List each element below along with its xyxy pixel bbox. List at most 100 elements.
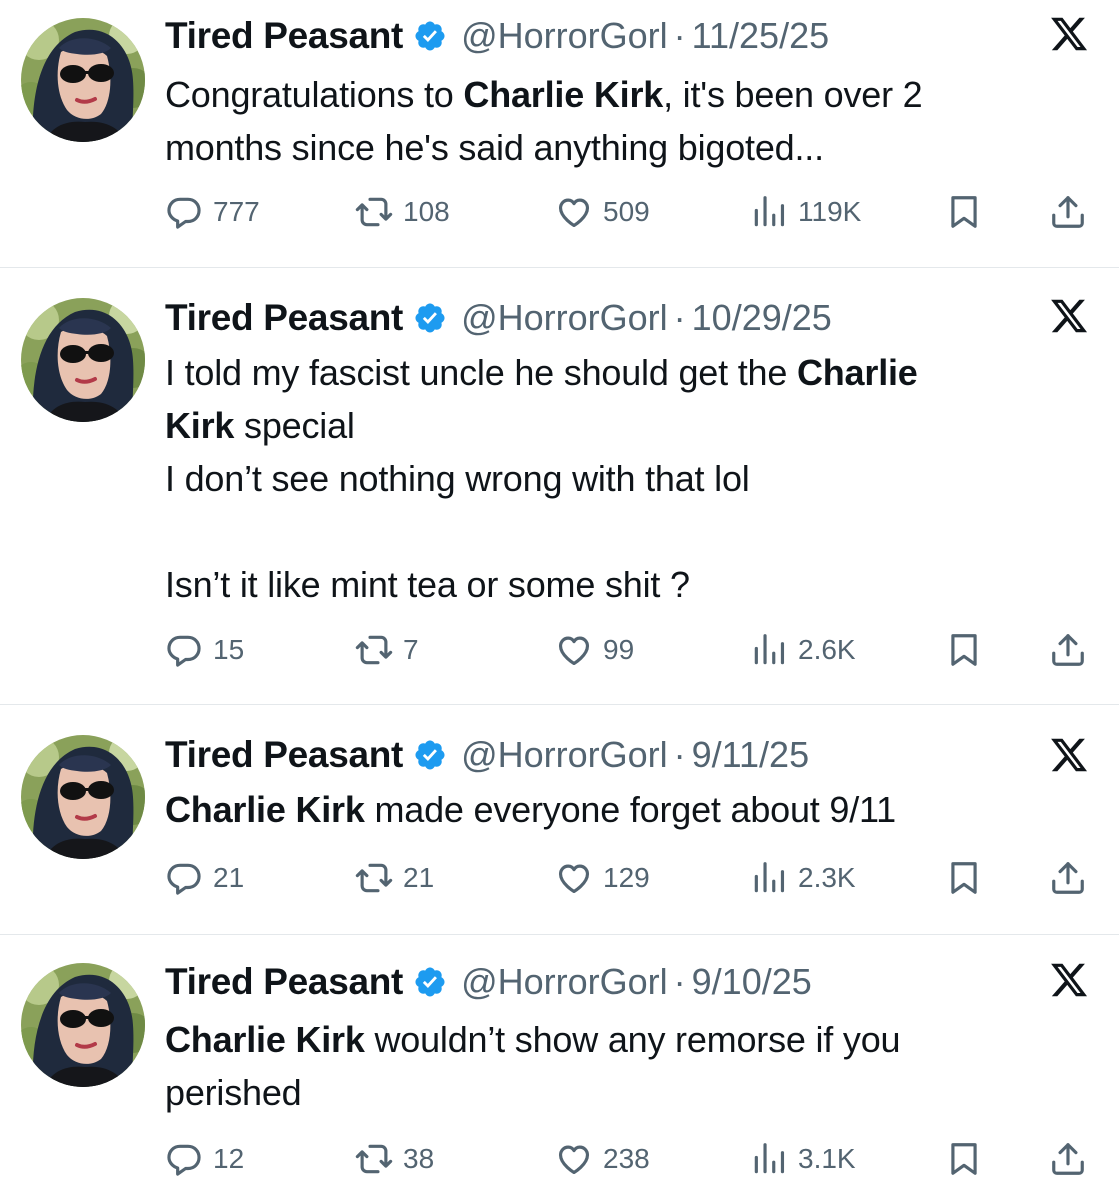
like-button[interactable]: 99 xyxy=(555,630,634,670)
display-name[interactable]: Tired Peasant xyxy=(165,961,403,1003)
display-name[interactable]: Tired Peasant xyxy=(165,734,403,776)
user-handle[interactable]: @HorrorGorl xyxy=(461,297,668,339)
bookmark-button[interactable] xyxy=(945,858,983,898)
tweet-line: Congratulations to Charlie Kirk, it's be… xyxy=(165,68,1049,121)
user-handle[interactable]: @HorrorGorl xyxy=(461,15,668,57)
tweet-header: Tired Peasant @HorrorGorl · 11/25/25 xyxy=(165,14,829,58)
repost-icon xyxy=(355,631,393,669)
separator: · xyxy=(673,734,686,775)
like-icon xyxy=(555,631,593,669)
tweet-line: I don’t see nothing wrong with that lol xyxy=(165,452,1049,505)
verified-badge-icon xyxy=(413,301,447,335)
x-logo-icon xyxy=(1049,14,1089,54)
bookmark-icon xyxy=(945,859,983,897)
tweet[interactable]: Tired Peasant @HorrorGorl · 9/11/25 Char… xyxy=(0,705,1119,935)
x-logo-icon xyxy=(1049,960,1089,1000)
action-bar: 777 108 509 119K xyxy=(165,192,1095,232)
repost-count: 7 xyxy=(403,634,419,665)
avatar[interactable] xyxy=(21,735,145,859)
reply-count: 15 xyxy=(213,634,245,665)
tweet-text-run: Isn’t it like mint tea or some shit ? xyxy=(165,564,690,605)
highlighted-text: Charlie Kirk xyxy=(165,789,365,830)
bookmark-button[interactable] xyxy=(945,192,983,232)
tweet-text: Charlie Kirk made everyone forget about … xyxy=(165,783,1049,836)
reply-icon xyxy=(165,1140,203,1178)
user-handle[interactable]: @HorrorGorl xyxy=(461,734,668,776)
like-button[interactable]: 129 xyxy=(555,858,650,898)
tweet-header: Tired Peasant @HorrorGorl · 9/11/25 xyxy=(165,733,809,777)
tweet-text: Charlie Kirk wouldn’t show any remorse i… xyxy=(165,1013,1049,1119)
views-button[interactable]: 3.1K xyxy=(750,1139,856,1179)
repost-button[interactable]: 38 xyxy=(355,1139,434,1179)
reply-button[interactable]: 15 xyxy=(165,630,244,670)
tweet-text-run: I don’t see nothing wrong with that lol xyxy=(165,458,750,499)
action-bar: 12 38 238 3.1K xyxy=(165,1139,1095,1179)
views-icon xyxy=(750,631,788,669)
repost-button[interactable]: 21 xyxy=(355,858,434,898)
tweet-date[interactable]: 9/10/25 xyxy=(692,961,812,1003)
views-count: 3.1K xyxy=(798,1143,856,1174)
tweet-date[interactable]: 10/29/25 xyxy=(692,297,832,339)
share-button[interactable] xyxy=(1049,630,1087,670)
tweet[interactable]: Tired Peasant @HorrorGorl · 10/29/25 I t… xyxy=(0,268,1119,705)
reply-button[interactable]: 777 xyxy=(165,192,260,232)
tweet-text-run: special xyxy=(234,405,355,446)
avatar[interactable] xyxy=(21,298,145,422)
tweet-text-run: , it's been over 2 xyxy=(663,74,923,115)
repost-button[interactable]: 7 xyxy=(355,630,419,670)
repost-icon xyxy=(355,1140,393,1178)
bookmark-button[interactable] xyxy=(945,1139,983,1179)
display-name[interactable]: Tired Peasant xyxy=(165,15,403,57)
share-button[interactable] xyxy=(1049,1139,1087,1179)
share-button[interactable] xyxy=(1049,858,1087,898)
tweet-line: perished xyxy=(165,1066,1049,1119)
tweet-header: Tired Peasant @HorrorGorl · 9/10/25 xyxy=(165,960,812,1004)
views-button[interactable]: 2.3K xyxy=(750,858,856,898)
like-button[interactable]: 509 xyxy=(555,192,650,232)
share-button[interactable] xyxy=(1049,192,1087,232)
avatar[interactable] xyxy=(21,963,145,1087)
tweet-date[interactable]: 9/11/25 xyxy=(692,734,809,776)
views-button[interactable]: 2.6K xyxy=(750,630,856,670)
tweet-text-run: months since he's said anything bigoted.… xyxy=(165,127,824,168)
separator: · xyxy=(673,961,686,1002)
tweet-line: Kirk special xyxy=(165,399,1049,452)
like-icon xyxy=(555,193,593,231)
x-logo-icon xyxy=(1049,735,1089,775)
avatar[interactable] xyxy=(21,18,145,142)
verified-badge-icon xyxy=(413,19,447,53)
tweet-text-run: perished xyxy=(165,1072,302,1113)
display-name[interactable]: Tired Peasant xyxy=(165,297,403,339)
reply-button[interactable]: 21 xyxy=(165,858,244,898)
tweet-text-run: Congratulations to xyxy=(165,74,464,115)
share-icon xyxy=(1049,193,1087,231)
highlighted-text: Kirk xyxy=(165,405,235,446)
like-button[interactable]: 238 xyxy=(555,1139,650,1179)
views-button[interactable]: 119K xyxy=(750,192,861,232)
tweet[interactable]: Tired Peasant @HorrorGorl · 9/10/25 Char… xyxy=(0,935,1119,1200)
like-count: 238 xyxy=(603,1143,650,1174)
verified-badge-icon xyxy=(413,965,447,999)
verified-badge-icon xyxy=(413,738,447,772)
user-handle[interactable]: @HorrorGorl xyxy=(461,961,668,1003)
bookmark-button[interactable] xyxy=(945,630,983,670)
like-count: 509 xyxy=(603,196,650,227)
action-bar: 21 21 129 2.3K xyxy=(165,858,1095,898)
repost-button[interactable]: 108 xyxy=(355,192,450,232)
views-icon xyxy=(750,1140,788,1178)
views-count: 2.3K xyxy=(798,862,856,893)
like-icon xyxy=(555,1140,593,1178)
reply-button[interactable]: 12 xyxy=(165,1139,244,1179)
views-icon xyxy=(750,859,788,897)
highlighted-text: Charlie xyxy=(796,352,918,393)
share-icon xyxy=(1049,631,1087,669)
tweet-line: Charlie Kirk made everyone forget about … xyxy=(165,783,1049,836)
reply-icon xyxy=(165,193,203,231)
tweet-header: Tired Peasant @HorrorGorl · 10/29/25 xyxy=(165,296,832,340)
tweet-text-run: I told my fascist uncle he should get th… xyxy=(165,352,797,393)
action-bar: 15 7 99 2.6K xyxy=(165,630,1095,670)
views-icon xyxy=(750,193,788,231)
tweet[interactable]: Tired Peasant @HorrorGorl · 11/25/25 Con… xyxy=(0,0,1119,268)
repost-icon xyxy=(355,859,393,897)
tweet-date[interactable]: 11/25/25 xyxy=(692,15,829,57)
